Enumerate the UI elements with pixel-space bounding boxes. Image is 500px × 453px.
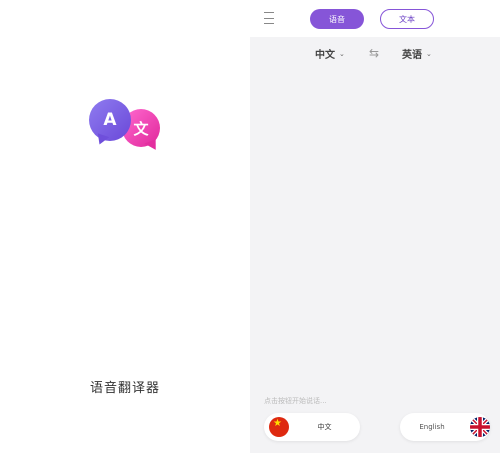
speak-chinese-button[interactable]: ★ 中文 — [264, 413, 360, 441]
language-selector-row: 中文 ⌄ ⇆ 英语 ⌄ — [250, 44, 500, 64]
chevron-down-icon: ⌄ — [339, 49, 345, 58]
text-mode-button[interactable]: 文本 — [380, 9, 434, 29]
translator-screen: 语音 文本 中文 ⌄ ⇆ 英语 ⌄ 点击按钮开始说话... ★ 中文 Engli… — [250, 0, 500, 453]
source-language-label: 中文 — [315, 50, 335, 61]
voice-mode-button[interactable]: 语音 — [310, 9, 364, 29]
source-language-dropdown[interactable]: 中文 ⌄ — [315, 46, 345, 62]
swap-icon[interactable]: ⇆ — [369, 46, 379, 60]
speak-english-label: English — [419, 423, 445, 431]
chevron-down-icon: ⌄ — [426, 49, 432, 58]
target-language-dropdown[interactable]: 英语 ⌄ — [402, 46, 432, 62]
china-flag-icon: ★ — [269, 417, 289, 437]
speak-english-button[interactable]: English — [400, 413, 490, 441]
app-name: 语音翻译器 — [89, 381, 160, 396]
bubble-a: A — [89, 99, 131, 141]
speak-chinese-label: 中文 — [317, 423, 332, 431]
splash-screen: A 文 语音翻译器 — [0, 0, 250, 453]
target-language-label: 英语 — [402, 50, 422, 61]
app-logo-icon: A 文 — [88, 97, 164, 155]
header-bar — [250, 0, 500, 37]
hint-text: 点击按钮开始说话... — [264, 397, 327, 405]
uk-flag-icon — [470, 417, 490, 437]
menu-icon[interactable] — [264, 12, 274, 24]
